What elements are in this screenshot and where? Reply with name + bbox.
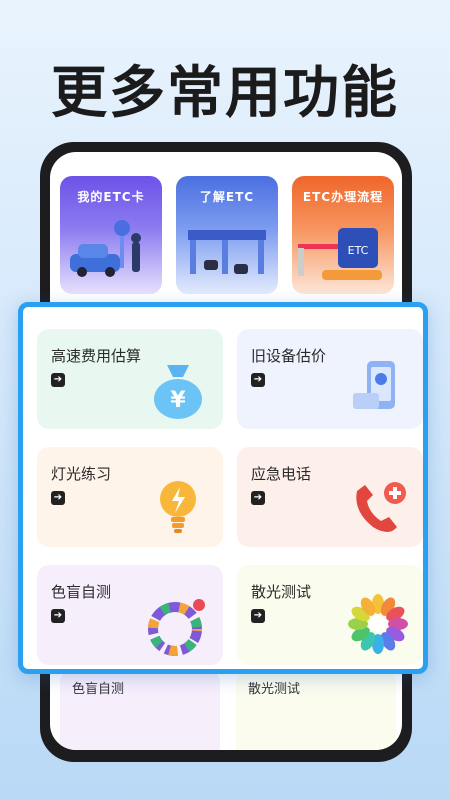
banner-label: 我的ETC卡 [77, 190, 145, 204]
feature-label: 色盲自测 [51, 583, 112, 601]
arrow-icon[interactable]: ➔ [251, 491, 265, 505]
arrow-icon[interactable]: ➔ [251, 609, 265, 623]
ghost-card-color-blind: 色盲自测 [60, 670, 220, 750]
banner-label: ETC办理流程 [302, 190, 384, 204]
money-glyph: ¥ [170, 388, 186, 413]
toll-gate-icon [188, 230, 266, 274]
money-bag-icon: ¥ [154, 365, 202, 419]
banner-learn-etc[interactable]: 了解ETC [176, 176, 278, 294]
feature-card-light-practice[interactable]: 灯光练习 ➔ [37, 447, 223, 547]
arrow-icon[interactable]: ➔ [51, 609, 65, 623]
banner-label: 了解ETC [199, 190, 255, 204]
banner-etc-process[interactable]: ETC办理流程 ETC [292, 176, 394, 294]
etc-device-icon: ETC [298, 228, 382, 280]
feature-label: 旧设备估价 [251, 347, 327, 365]
car-icon [70, 220, 141, 277]
ghost-label: 色盲自测 [72, 682, 125, 697]
light-bulb-icon [160, 481, 196, 533]
feature-panel: 高速费用估算 ➔ ¥ 旧设备估价 ➔ 灯光练习 ➔ 应急电话 ➔ 色盲自测 ➔ … [18, 302, 428, 674]
feature-label: 灯光练习 [51, 465, 112, 483]
ghost-label: 散光测试 [248, 682, 301, 697]
flower-dial-icon [348, 594, 408, 654]
feature-label: 高速费用估算 [51, 347, 142, 365]
feature-card-device-valuation[interactable]: 旧设备估价 ➔ [237, 329, 423, 429]
feature-card-emergency-call[interactable]: 应急电话 ➔ [237, 447, 423, 547]
ghost-card-astigmatism: 散光测试 [236, 670, 396, 750]
feature-label: 应急电话 [251, 465, 312, 483]
phone-device-icon [353, 361, 395, 409]
page-headline: 更多常用功能 [51, 61, 399, 126]
arrow-icon[interactable]: ➔ [51, 373, 65, 387]
arrow-icon[interactable]: ➔ [51, 491, 65, 505]
etc-sign-text: ETC [348, 244, 369, 257]
feature-card-astigmatism-test[interactable]: 散光测试 ➔ [237, 565, 423, 665]
phone-handset-icon [356, 482, 406, 532]
color-wheel-icon [148, 599, 205, 656]
feature-label: 散光测试 [251, 583, 312, 601]
banner-my-etc-card[interactable]: 我的ETC卡 [60, 176, 162, 294]
feature-card-toll-estimate[interactable]: 高速费用估算 ➔ ¥ [37, 329, 223, 429]
arrow-icon[interactable]: ➔ [251, 373, 265, 387]
feature-card-color-blind-test[interactable]: 色盲自测 ➔ [37, 565, 223, 665]
